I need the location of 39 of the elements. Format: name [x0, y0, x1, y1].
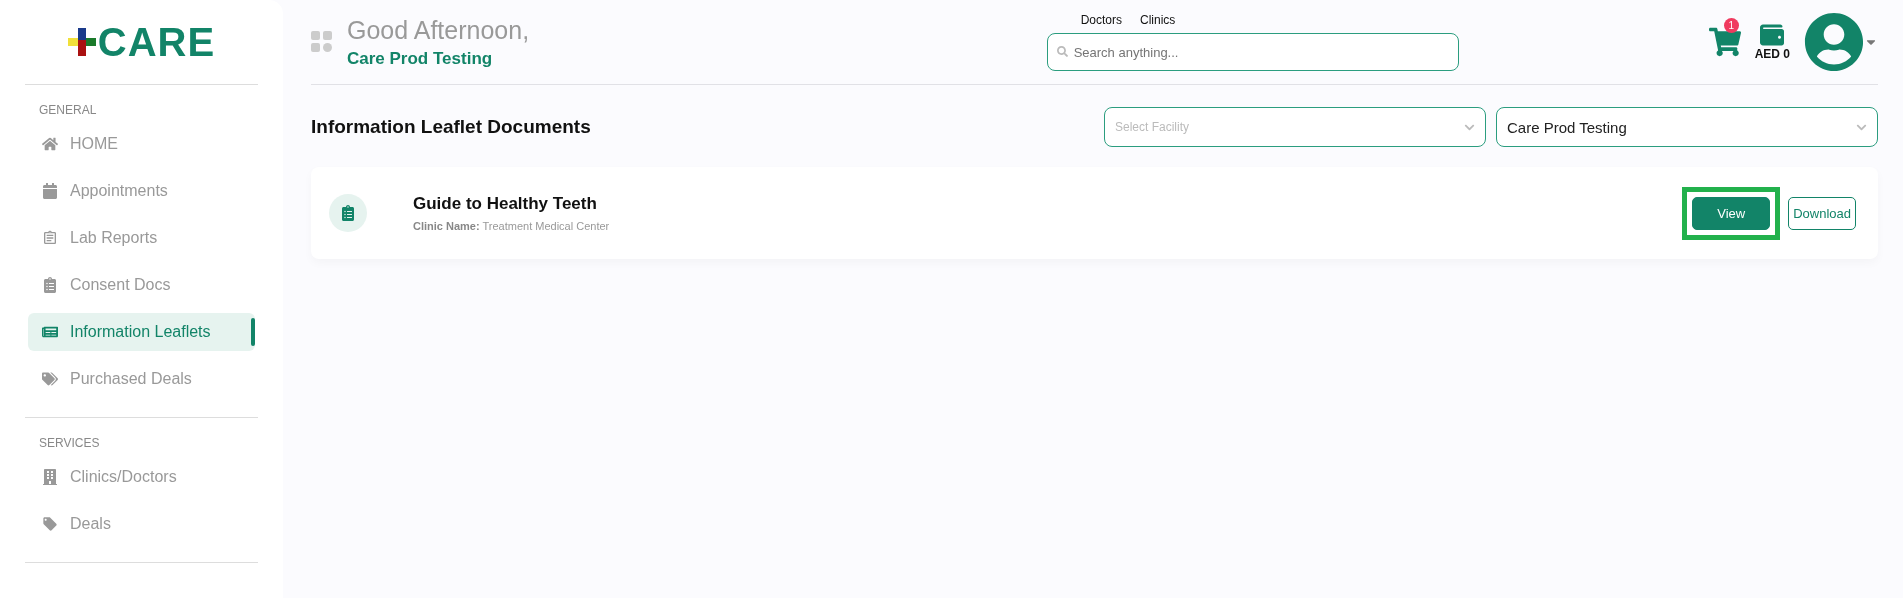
cart-badge: 1 [1723, 18, 1739, 33]
user-name: Care Prod Testing [347, 48, 494, 69]
logo-text: CARE [97, 19, 216, 65]
avatar-icon[interactable] [1804, 12, 1864, 72]
search-icon [1056, 46, 1068, 57]
page-title: Information Leaflet Documents [311, 116, 591, 138]
section-heading: GENERAL [38, 103, 98, 117]
nav-item[interactable]: HOME [28, 125, 255, 163]
nav-item[interactable]: Lab Reports [28, 219, 255, 257]
tags-icon [42, 371, 58, 387]
clinic-name: Clinic Name: Treatment Medical Center [413, 220, 610, 232]
wallet-balance: AED 0 [1754, 47, 1790, 61]
building-icon [42, 469, 58, 485]
tag-icon [42, 516, 58, 532]
document-title: Guide to Healthy Teeth [413, 194, 598, 214]
search-tab[interactable]: Doctors [1080, 13, 1122, 27]
clipboard-icon [42, 277, 58, 293]
home-icon [42, 136, 58, 152]
nav-item[interactable]: Information Leaflets [28, 313, 255, 351]
nav-item[interactable]: Deals [28, 505, 255, 543]
greeting: Good Afternoon, [347, 15, 530, 45]
nav-item[interactable]: Consent Docs [28, 266, 255, 304]
nav-item[interactable]: Appointments [28, 172, 255, 210]
cross-icon [67, 28, 96, 56]
nav-item[interactable]: Clinics/Doctors [28, 458, 255, 496]
active-indicator [251, 318, 255, 346]
newspaper-icon [42, 324, 58, 340]
facility-select[interactable]: Select Facility [1104, 107, 1486, 147]
download-button[interactable]: Download [1788, 196, 1856, 230]
search-tab[interactable]: Clinics [1140, 13, 1176, 27]
nav-item[interactable]: Purchased Deals [28, 360, 255, 398]
view-button[interactable]: View [1692, 196, 1771, 230]
wallet-icon[interactable] [1760, 23, 1785, 47]
document-icon [42, 230, 58, 246]
section-heading: SERVICES [38, 436, 101, 450]
search-field[interactable]: Search anything... [1046, 33, 1459, 71]
clipboard-icon [329, 194, 367, 232]
calendar-icon [42, 183, 58, 199]
facility-select[interactable]: Care Prod Testing [1496, 107, 1878, 147]
